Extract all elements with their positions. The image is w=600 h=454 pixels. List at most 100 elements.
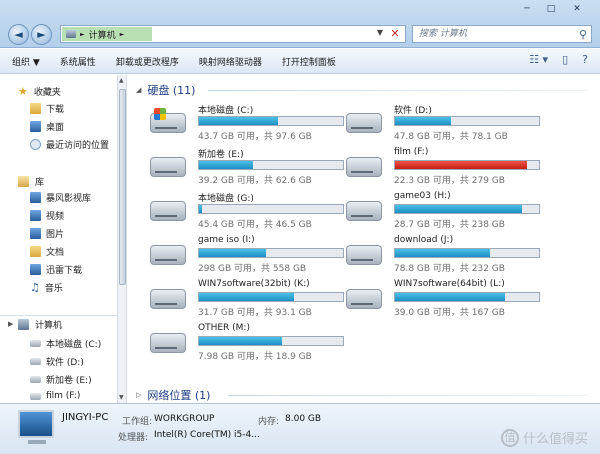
library-icon	[18, 176, 29, 187]
sidebar-group-libraries[interactable]: 库	[18, 175, 44, 188]
desktop-icon	[30, 121, 41, 132]
search-placeholder: 搜索 计算机	[419, 29, 467, 39]
group-header-network-locations[interactable]: ▷ 网络位置 (1)	[136, 387, 210, 403]
organize-button[interactable]: 组织 ▼	[12, 55, 40, 68]
refresh-icon[interactable]: ✕	[387, 27, 403, 41]
view-options-icon[interactable]: ☷ ▾	[529, 53, 548, 66]
drive-tile[interactable]: WIN7software(64bit) (L:) 39.0 GB 可用，共 167…	[338, 279, 540, 318]
toolbar-right: ☷ ▾ ▯ ?	[529, 53, 588, 66]
breadcrumb-arrow: ►	[119, 30, 125, 38]
drive-name: 本地磁盘 (G:)	[198, 194, 254, 204]
close-button[interactable]: ✕	[566, 2, 588, 16]
drive-icon	[30, 340, 41, 347]
scroll-down-icon[interactable]: ▼	[119, 394, 124, 401]
drive-free-space: 28.7 GB 可用，共 238 GB	[394, 220, 505, 230]
sidebar-item-recent-places[interactable]: 最近访问的位置	[30, 138, 109, 151]
drive-tile[interactable]: game iso (I:) 298 GB 可用，共 558 GB	[142, 235, 344, 274]
drive-usage-fill	[199, 205, 203, 213]
workgroup-value: WORKGROUP	[154, 414, 215, 424]
sidebar-item-baofeng-library[interactable]: 暴风影视库	[30, 191, 91, 204]
drive-tile[interactable]: WIN7software(32bit) (K:) 31.7 GB 可用，共 93.…	[142, 279, 344, 318]
drive-usage-bar	[394, 204, 540, 214]
drive-tile[interactable]: 本地磁盘 (G:) 45.4 GB 可用，共 46.5 GB	[142, 191, 344, 230]
navigation-pane: ★ 收藏夹 下载 桌面 最近访问的位置 库 暴风影视库 视频 图片 文档 迅雷下…	[0, 75, 117, 403]
hard-drive-icon	[150, 289, 186, 309]
drive-tile[interactable]: 软件 (D:) 47.8 GB 可用，共 78.1 GB	[338, 103, 540, 142]
collapse-arrow-icon[interactable]: ◢	[136, 86, 141, 94]
sidebar-scrollbar[interactable]: ▲ ▼	[117, 75, 127, 403]
sidebar-item-label: 迅雷下载	[46, 266, 83, 276]
sidebar-item-drive-f[interactable]: film (F:)	[30, 391, 80, 401]
group-divider	[228, 395, 588, 396]
sidebar-item-drive-d[interactable]: 软件 (D:)	[30, 355, 84, 368]
sidebar-item-documents[interactable]: 文档	[30, 245, 64, 258]
forward-button[interactable]: ►	[31, 24, 52, 45]
help-icon[interactable]: ?	[582, 53, 588, 66]
drive-name: download (J:)	[394, 235, 454, 245]
drive-free-space: 31.7 GB 可用，共 93.1 GB	[198, 308, 312, 318]
breadcrumb[interactable]: ► 计算机 ►	[62, 27, 152, 41]
drive-tile[interactable]: 本地磁盘 (C:) 43.7 GB 可用，共 97.6 GB	[142, 103, 344, 142]
pictures-icon	[30, 228, 41, 239]
sidebar-item-desktop[interactable]: 桌面	[30, 120, 64, 133]
sidebar-item-pictures[interactable]: 图片	[30, 227, 64, 240]
sidebar-item-drive-c[interactable]: 本地磁盘 (C:)	[30, 337, 101, 350]
group-header-hard-drives[interactable]: ◢ 硬盘 (11)	[136, 82, 195, 98]
drive-usage-bar	[394, 248, 540, 258]
drive-icon	[30, 392, 41, 400]
hard-drive-icon	[150, 157, 186, 177]
search-input[interactable]: 搜索 计算机 ⚲	[412, 25, 592, 43]
minimize-button[interactable]: ─	[516, 2, 538, 16]
sidebar-item-label: 桌面	[46, 123, 65, 133]
address-dropdown-icon[interactable]: ▼	[377, 28, 383, 37]
drive-tile[interactable]: download (J:) 78.8 GB 可用，共 232 GB	[338, 235, 540, 274]
sidebar-item-label: 本地磁盘 (C:)	[46, 340, 102, 350]
scroll-up-icon[interactable]: ▲	[119, 77, 124, 84]
sidebar-item-drive-e[interactable]: 新加卷 (E:)	[30, 373, 92, 386]
drive-icon	[30, 376, 41, 383]
sidebar-item-downloads[interactable]: 下载	[30, 102, 64, 115]
drive-tile[interactable]: film (F:) 22.3 GB 可用，共 279 GB	[338, 147, 540, 186]
drive-name: 本地磁盘 (C:)	[198, 106, 254, 116]
sidebar-group-computer[interactable]: 计算机	[18, 318, 62, 331]
drive-tile[interactable]: OTHER (M:) 7.98 GB 可用，共 18.9 GB	[142, 323, 344, 362]
maximize-button[interactable]: □	[540, 2, 562, 16]
uninstall-program-button[interactable]: 卸载或更改程序	[116, 55, 179, 68]
nav-buttons: ◄ ►	[8, 24, 54, 46]
open-control-panel-button[interactable]: 打开控制面板	[282, 55, 336, 68]
drive-tile[interactable]: game03 (H:) 28.7 GB 可用，共 238 GB	[338, 191, 540, 230]
content-pane: ◢ 硬盘 (11) 本地磁盘 (C:) 43.7 GB 可用，共 97.6 GB 软…	[128, 75, 600, 403]
drive-usage-bar	[394, 160, 540, 170]
scrollbar-thumb[interactable]	[119, 89, 126, 285]
workgroup-label: 工作组:	[122, 417, 153, 427]
sidebar-item-thunder-downloads[interactable]: 迅雷下载	[30, 263, 82, 276]
system-properties-button[interactable]: 系统属性	[60, 55, 96, 68]
sidebar-group-favorites[interactable]: ★ 收藏夹	[18, 85, 61, 98]
drive-usage-bar	[198, 116, 344, 126]
map-network-drive-button[interactable]: 映射网络驱动器	[199, 55, 262, 68]
recent-places-icon	[30, 139, 41, 150]
star-icon: ★	[18, 85, 28, 98]
sidebar-item-label: 音乐	[44, 284, 63, 294]
breadcrumb-computer[interactable]: 计算机	[89, 28, 116, 41]
sidebar-item-videos[interactable]: 视频	[30, 209, 64, 222]
drive-tile[interactable]: 新加卷 (E:) 39.2 GB 可用，共 62.6 GB	[142, 147, 344, 186]
drive-usage-fill	[199, 337, 283, 345]
drive-free-space: 45.4 GB 可用，共 46.5 GB	[198, 220, 312, 230]
preview-pane-icon[interactable]: ▯	[562, 53, 568, 66]
sidebar-item-music[interactable]: ♫ 音乐	[30, 281, 63, 294]
back-button[interactable]: ◄	[8, 24, 29, 45]
sidebar-item-label: 视频	[46, 212, 65, 222]
expand-arrow-icon[interactable]: ▷	[136, 391, 141, 399]
watermark-logo: 值	[500, 428, 519, 447]
drive-free-space: 43.7 GB 可用，共 97.6 GB	[198, 132, 312, 142]
address-bar[interactable]: ► 计算机 ► ▼ ✕	[60, 25, 406, 43]
sidebar-item-label: 文档	[46, 248, 65, 258]
hard-drive-icon	[150, 108, 186, 133]
processor-value: Intel(R) Core(TM) i5-4...	[154, 430, 260, 440]
drive-name: film (F:)	[394, 147, 429, 157]
expand-arrow-icon[interactable]: ▶	[8, 320, 13, 328]
search-icon[interactable]: ⚲	[579, 27, 587, 43]
drive-usage-bar	[198, 160, 344, 170]
drive-free-space: 47.8 GB 可用，共 78.1 GB	[394, 132, 508, 142]
